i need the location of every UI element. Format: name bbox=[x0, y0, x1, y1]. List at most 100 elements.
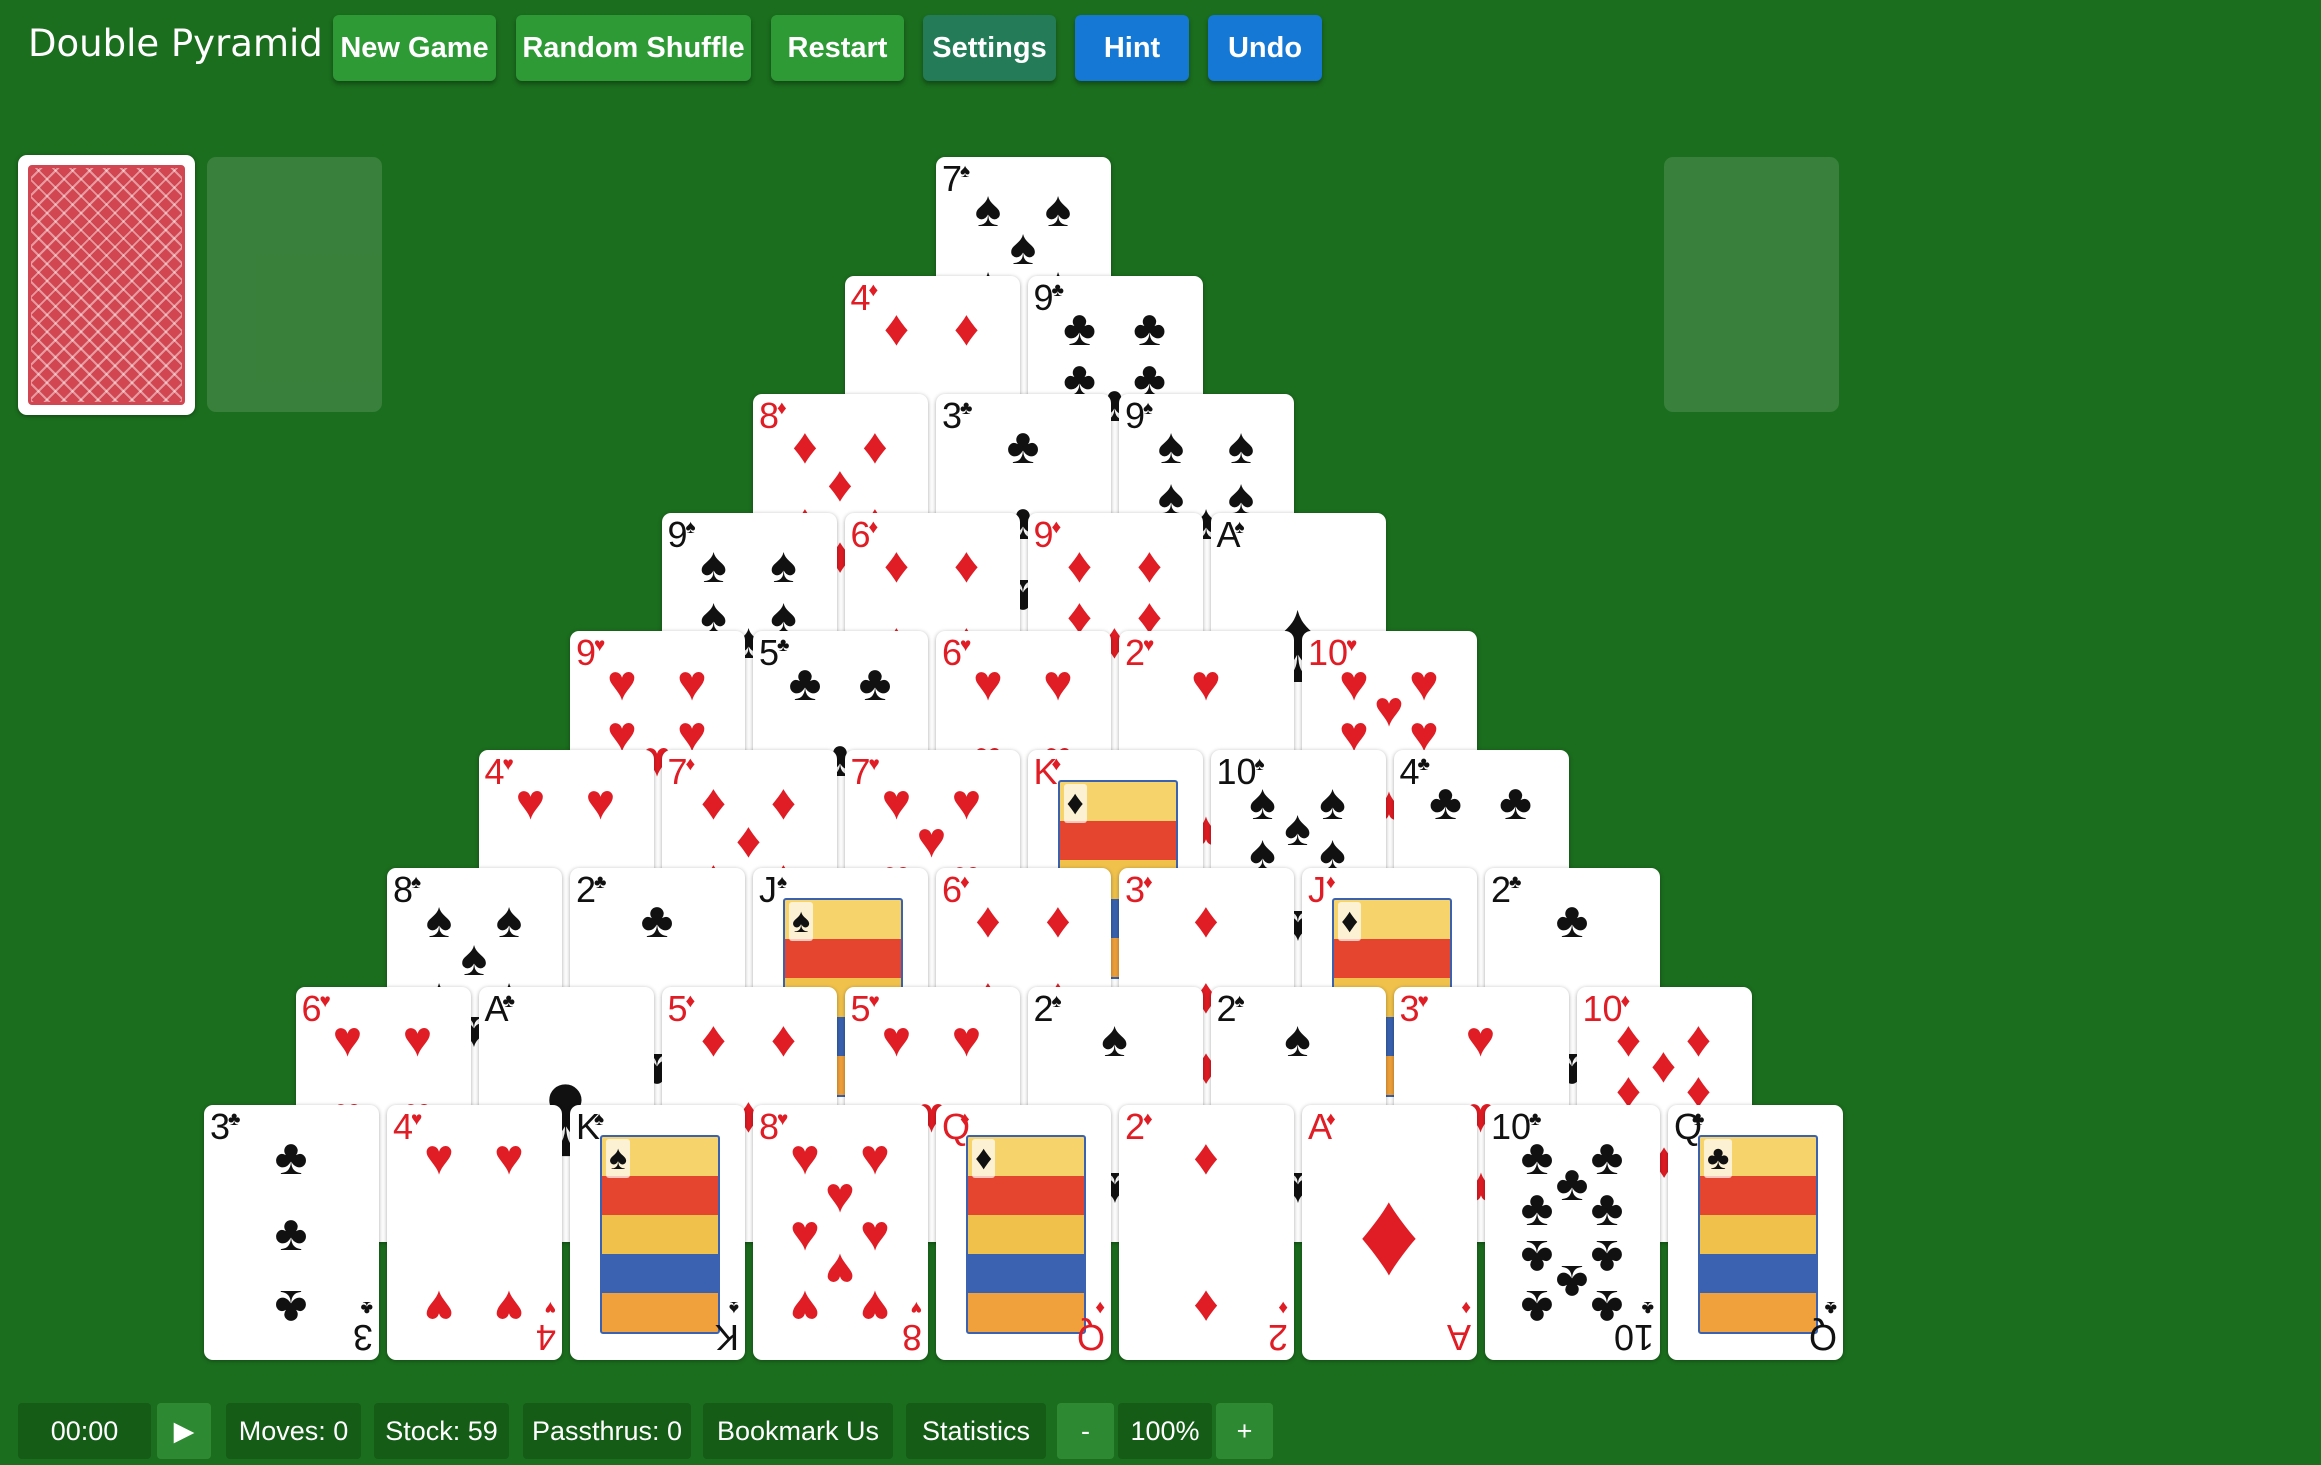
card-corner-index: A ♦ bbox=[1447, 1296, 1471, 1358]
heart-icon: ♥ bbox=[494, 1280, 524, 1336]
pyramid-card[interactable]: K ♠ ♠ K ♠ bbox=[570, 1105, 745, 1360]
club-icon: ♣ bbox=[960, 398, 973, 419]
card-corner-index: 3 ♣ bbox=[353, 1296, 373, 1358]
club-icon: ♣ bbox=[788, 655, 822, 711]
diamond-icon: ♦ bbox=[868, 516, 879, 538]
heart-icon: ♥ bbox=[790, 1280, 820, 1336]
heart-icon: ♥ bbox=[1191, 655, 1221, 711]
club-icon: ♣ bbox=[1509, 872, 1522, 893]
club-icon: ♣ bbox=[1133, 299, 1166, 356]
diamond-icon: ♦ bbox=[1095, 1297, 1105, 1318]
diamond-icon: ♦ bbox=[1620, 990, 1631, 1012]
pyramid-card[interactable]: 8 ♥ ♥ ♥ ♥ ♥ ♥ ♥ ♥ ♥ 8 ♥ bbox=[753, 1105, 928, 1360]
zoom-out-button[interactable]: - bbox=[1057, 1403, 1114, 1459]
foundation-pile[interactable] bbox=[1664, 157, 1839, 412]
club-icon: ♣ bbox=[858, 655, 892, 711]
heart-icon: ♥ bbox=[494, 1129, 524, 1185]
card-corner-index: Q ♦ bbox=[1077, 1296, 1105, 1358]
diamond-icon: ♦ bbox=[1051, 753, 1062, 775]
spade-icon: ♠ bbox=[606, 1139, 631, 1178]
diamond-icon: ♦ bbox=[883, 299, 910, 356]
heart-icon: ♥ bbox=[973, 655, 1003, 711]
diamond-icon: ♦ bbox=[1193, 892, 1219, 948]
heart-icon: ♥ bbox=[585, 773, 616, 830]
heart-icon: ♥ bbox=[1043, 655, 1073, 711]
spade-icon: ♠ bbox=[1284, 1010, 1311, 1067]
zoom-in-button[interactable]: + bbox=[1216, 1403, 1273, 1459]
heart-icon: ♥ bbox=[1417, 990, 1429, 1012]
stock-pile[interactable] bbox=[18, 155, 195, 415]
pyramid-card[interactable]: 2 ♦ ♦ ♦ 2 ♦ bbox=[1119, 1105, 1294, 1360]
pyramid-card[interactable]: A ♦ ♦ A ♦ bbox=[1302, 1105, 1477, 1360]
heart-icon: ♥ bbox=[424, 1280, 454, 1336]
diamond-icon: ♦ bbox=[1193, 1280, 1219, 1336]
club-icon: ♣ bbox=[1590, 1180, 1624, 1236]
club-icon: ♣ bbox=[640, 892, 674, 948]
diamond-icon: ♦ bbox=[972, 1139, 996, 1178]
heart-icon: ♥ bbox=[594, 635, 606, 656]
club-icon: ♣ bbox=[594, 872, 607, 893]
card-rank: 4 bbox=[535, 1317, 556, 1358]
card-corner-index: 10 ♣ bbox=[1613, 1296, 1654, 1358]
spade-icon: ♠ bbox=[770, 536, 797, 593]
club-icon: ♣ bbox=[274, 1205, 308, 1261]
card-corner-index: 4 ♥ bbox=[535, 1296, 556, 1358]
zoom-level: 100% bbox=[1118, 1403, 1212, 1459]
pyramid-card[interactable]: 3 ♣ ♣ ♣ ♣ 3 ♣ bbox=[204, 1105, 379, 1360]
club-icon: ♣ bbox=[360, 1297, 373, 1318]
diamond-icon: ♦ bbox=[1326, 872, 1336, 893]
card-corner-index: K ♠ bbox=[715, 1296, 739, 1358]
pyramid-card[interactable]: 10 ♣ ♣ ♣ ♣ ♣ ♣ ♣ ♣ ♣ ♣ ♣ 10 ♣ bbox=[1485, 1105, 1660, 1360]
spade-icon: ♠ bbox=[685, 516, 696, 538]
pyramid-card[interactable]: 4 ♥ ♥ ♥ ♥ ♥ 4 ♥ bbox=[387, 1105, 562, 1360]
club-icon: ♣ bbox=[1555, 892, 1589, 948]
pyramid-card[interactable]: Q ♣ ♣ Q ♣ bbox=[1668, 1105, 1843, 1360]
heart-icon: ♥ bbox=[332, 1010, 363, 1067]
card-corner-index: Q ♣ bbox=[1808, 1296, 1837, 1358]
heart-icon: ♥ bbox=[881, 1010, 912, 1067]
diamond-icon: ♦ bbox=[777, 398, 787, 419]
diamond-icon: ♦ bbox=[1461, 1297, 1471, 1318]
spade-icon: ♠ bbox=[1234, 516, 1245, 538]
club-icon: ♣ bbox=[228, 1109, 241, 1130]
diamond-icon: ♦ bbox=[1063, 783, 1087, 823]
face-card-portrait: ♣ bbox=[1698, 1135, 1818, 1334]
card-rank: Q bbox=[1808, 1317, 1837, 1358]
diamond-icon: ♦ bbox=[1143, 1109, 1153, 1130]
pyramid-card[interactable]: Q ♦ ♦ Q ♦ bbox=[936, 1105, 1111, 1360]
card-corner-index: 2 ♦ bbox=[1268, 1296, 1288, 1358]
heart-icon: ♥ bbox=[777, 1109, 789, 1130]
club-icon: ♣ bbox=[1824, 1297, 1837, 1318]
diamond-icon: ♦ bbox=[1136, 536, 1163, 593]
bookmark-button[interactable]: Bookmark Us bbox=[703, 1403, 893, 1459]
card-rank: J bbox=[759, 869, 777, 910]
play-icon[interactable]: ▶ bbox=[157, 1403, 211, 1459]
restart-button[interactable]: Restart bbox=[771, 15, 904, 81]
heart-icon: ♥ bbox=[411, 1109, 423, 1130]
club-icon: ♣ bbox=[1051, 279, 1064, 301]
waste-pile[interactable] bbox=[207, 157, 382, 412]
heart-icon: ♥ bbox=[1143, 635, 1155, 656]
diamond-icon: ♦ bbox=[1278, 1297, 1288, 1318]
new-game-button[interactable]: New Game bbox=[333, 15, 496, 81]
undo-button[interactable]: Undo bbox=[1208, 15, 1322, 81]
card-rank: 10 bbox=[1613, 1317, 1654, 1358]
spade-icon: ♠ bbox=[1234, 990, 1245, 1012]
club-icon: ♣ bbox=[274, 1129, 308, 1185]
diamond-icon: ♦ bbox=[1045, 892, 1071, 948]
random-shuffle-button[interactable]: Random Shuffle bbox=[516, 15, 751, 81]
statistics-button[interactable]: Statistics bbox=[906, 1403, 1046, 1459]
spade-icon: ♠ bbox=[700, 536, 727, 593]
diamond-icon: ♦ bbox=[1358, 1166, 1420, 1300]
diamond-icon: ♦ bbox=[770, 1010, 797, 1067]
hint-button[interactable]: Hint bbox=[1075, 15, 1189, 81]
face-card-portrait: ♦ bbox=[966, 1135, 1086, 1334]
heart-icon: ♥ bbox=[960, 635, 972, 656]
settings-button[interactable]: Settings bbox=[923, 15, 1056, 81]
club-icon: ♣ bbox=[1499, 773, 1532, 830]
diamond-icon: ♦ bbox=[1193, 1129, 1219, 1185]
club-icon: ♣ bbox=[502, 990, 515, 1012]
spade-icon: ♠ bbox=[777, 872, 788, 893]
club-icon: ♣ bbox=[1417, 753, 1430, 775]
spade-icon: ♠ bbox=[1157, 418, 1185, 474]
